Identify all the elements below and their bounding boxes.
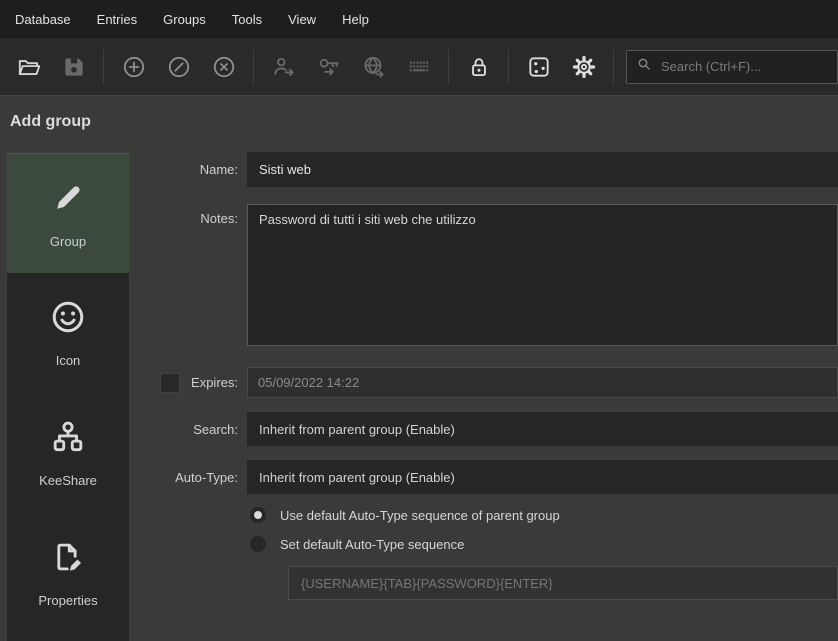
settings-button[interactable] [563,46,604,87]
sidebar-item-label: Icon [56,353,81,368]
sidebar-item-icon[interactable]: Icon [7,273,129,393]
toolbar-separator [613,49,614,85]
notes-label: Notes: [130,204,247,226]
sidebar-item-label: Properties [38,593,97,608]
sidebar-item-label: Group [50,234,86,249]
toolbar-separator [253,49,254,85]
menu-groups[interactable]: Groups [150,8,219,31]
menu-database[interactable]: Database [2,8,84,31]
perform-autotype-icon [406,54,432,80]
edit-entry-icon [166,54,192,80]
expires-label: Expires: [191,375,238,390]
lock-database-icon [466,54,492,80]
use-default-sequence-label: Use default Auto-Type sequence of parent… [280,508,560,523]
password-generator-icon [526,54,552,80]
toolbar-separator [103,49,104,85]
perform-autotype-button[interactable] [398,46,439,87]
category-sidebar: Group Icon KeeShare [6,152,130,641]
menu-entries[interactable]: Entries [84,8,150,31]
notes-textarea[interactable]: Password di tutti i siti web che utilizz… [247,204,838,346]
autotype-setting-combobox[interactable]: Inherit from parent group (Enable) [247,460,838,494]
save-database-button[interactable] [53,46,94,87]
sidebar-item-group[interactable]: Group [7,153,129,273]
set-default-sequence-radio[interactable] [250,536,266,552]
set-default-sequence-label: Set default Auto-Type sequence [280,537,464,552]
copy-username-icon [271,54,297,80]
edit-group-panel: Add group Group Icon KeeSha [0,95,838,641]
sidebar-item-label: KeeShare [39,473,97,488]
name-label: Name: [130,162,247,177]
search-icon [636,56,652,77]
new-entry-icon [121,54,147,80]
settings-icon [571,54,597,80]
document-edit-icon [49,538,87,579]
toolbar-separator [508,49,509,85]
search-box [626,50,838,84]
autotype-setting-label: Auto-Type: [130,470,247,485]
edit-entry-button[interactable] [158,46,199,87]
lock-database-button[interactable] [458,46,499,87]
pencil-icon [49,179,87,220]
menu-view[interactable]: View [275,8,329,31]
open-url-icon [361,54,387,80]
toolbar-separator [448,49,449,85]
open-database-icon [16,54,42,80]
sidebar-item-keeshare[interactable]: KeeShare [7,393,129,513]
expires-datetime-input [247,367,838,398]
autotype-options: Use default Auto-Type sequence of parent… [247,507,838,600]
page-title: Add group [10,113,91,131]
copy-username-button[interactable] [263,46,304,87]
use-default-sequence-radio[interactable] [250,507,266,523]
expires-checkbox[interactable] [160,373,180,393]
toolbar [0,38,838,95]
open-database-button[interactable] [8,46,49,87]
autotype-sequence-input [288,566,838,600]
copy-password-button[interactable] [308,46,349,87]
menu-tools[interactable]: Tools [219,8,275,31]
delete-entry-button[interactable] [203,46,244,87]
open-url-button[interactable] [353,46,394,87]
search-setting-label: Search: [130,422,247,437]
search-input[interactable] [661,59,828,74]
delete-entry-icon [211,54,237,80]
new-entry-button[interactable] [113,46,154,87]
menubar: Database Entries Groups Tools View Help [0,0,838,38]
share-tree-icon [49,418,87,459]
smiley-icon [49,298,87,339]
password-generator-button[interactable] [518,46,559,87]
copy-password-icon [316,54,342,80]
name-input[interactable] [247,152,838,187]
save-database-icon [61,54,87,80]
search-setting-combobox[interactable]: Inherit from parent group (Enable) [247,412,838,446]
group-form: Name: Notes: Password di tutti i siti we… [130,152,838,600]
menu-help[interactable]: Help [329,8,382,31]
sidebar-item-properties[interactable]: Properties [7,513,129,633]
